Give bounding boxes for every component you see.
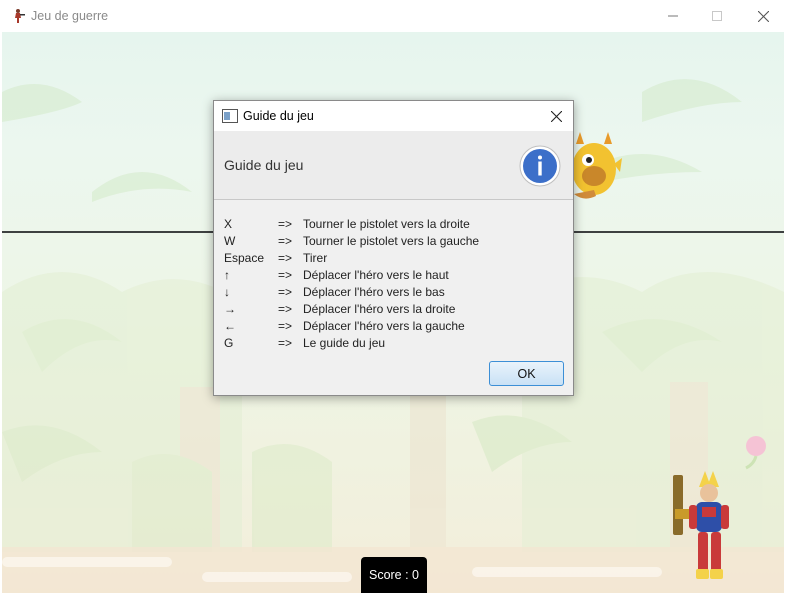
- flower-decoration: [745, 436, 766, 470]
- maximize-icon: [712, 11, 722, 21]
- guide-row: ← => Déplacer l'héro vers la gauche: [224, 318, 564, 335]
- game-window: Jeu de guerre Score: 0 Guide du jeu Gui…: [0, 0, 786, 593]
- soldier-icon: [15, 9, 25, 23]
- guide-key: W: [224, 234, 236, 248]
- minimize-icon: [668, 15, 678, 17]
- window-title: Jeu de guerre: [31, 9, 109, 23]
- guide-key: G: [224, 336, 234, 350]
- guide-row: X => Tourner le pistolet vers la droite: [224, 216, 564, 233]
- dialog-title: Guide du jeu: [243, 109, 314, 123]
- guide-row: ↑ => Déplacer l'héro vers le haut: [224, 267, 564, 284]
- guide-dialog: Guide du jeu Guide du jeu X => Tourner l…: [213, 100, 574, 396]
- guide-key: ←: [224, 319, 236, 333]
- guide-action: Déplacer l'héro vers la droite: [303, 302, 456, 316]
- guide-action: Tirer: [303, 251, 328, 265]
- guide-arrow: =>: [278, 268, 293, 282]
- guide-key: →: [224, 302, 236, 316]
- guide-arrow: =>: [278, 336, 293, 350]
- hero-character: [673, 471, 729, 579]
- close-icon: [550, 110, 562, 122]
- guide-arrow: =>: [278, 234, 293, 248]
- ok-button[interactable]: OK: [489, 361, 564, 386]
- guide-arrow: =>: [278, 319, 293, 333]
- guide-row: G => Le guide du jeu: [224, 335, 564, 352]
- guide-action: Le guide du jeu: [303, 336, 386, 350]
- guide-action: Tourner le pistolet vers la droite: [303, 217, 470, 231]
- score-display: Score : 0: [361, 557, 427, 593]
- guide-key: ↓: [224, 285, 230, 299]
- guide-row: → => Déplacer l'héro vers la droite: [224, 301, 564, 318]
- close-icon: [757, 10, 769, 22]
- window-icon: [222, 109, 238, 123]
- guide-action: Tourner le pistolet vers la gauche: [303, 234, 480, 248]
- minimize-button[interactable]: [650, 0, 696, 32]
- info-icon: [519, 145, 561, 187]
- guide-row: ↓ => Déplacer l'héro vers le bas: [224, 284, 564, 301]
- guide-arrow: =>: [278, 217, 293, 231]
- dialog-titlebar[interactable]: Guide du jeu: [214, 101, 573, 131]
- maximize-button[interactable]: [694, 0, 740, 32]
- guide-arrow: =>: [278, 285, 293, 299]
- score-text: Score : 0: [368, 568, 420, 582]
- guide-key: ↑: [224, 268, 230, 282]
- guide-arrow: =>: [278, 302, 293, 316]
- close-button[interactable]: [740, 0, 786, 32]
- guide-action: Déplacer l'héro vers le haut: [303, 268, 449, 282]
- dialog-header-text: Guide du jeu: [224, 157, 304, 173]
- guide-list: X => Tourner le pistolet vers la droite …: [224, 216, 564, 352]
- guide-arrow: =>: [278, 251, 293, 265]
- guide-key: X: [224, 217, 233, 231]
- guide-row: W => Tourner le pistolet vers la gauche: [224, 233, 564, 250]
- guide-action: Déplacer l'héro vers la gauche: [303, 319, 465, 333]
- guide-row: Espace => Tirer: [224, 250, 564, 267]
- guide-key: Espace: [224, 251, 265, 265]
- dialog-header: Guide du jeu: [214, 131, 573, 200]
- window-titlebar[interactable]: Jeu de guerre: [0, 0, 786, 32]
- dialog-close-button[interactable]: [544, 105, 568, 127]
- guide-action: Déplacer l'héro vers le bas: [303, 285, 445, 299]
